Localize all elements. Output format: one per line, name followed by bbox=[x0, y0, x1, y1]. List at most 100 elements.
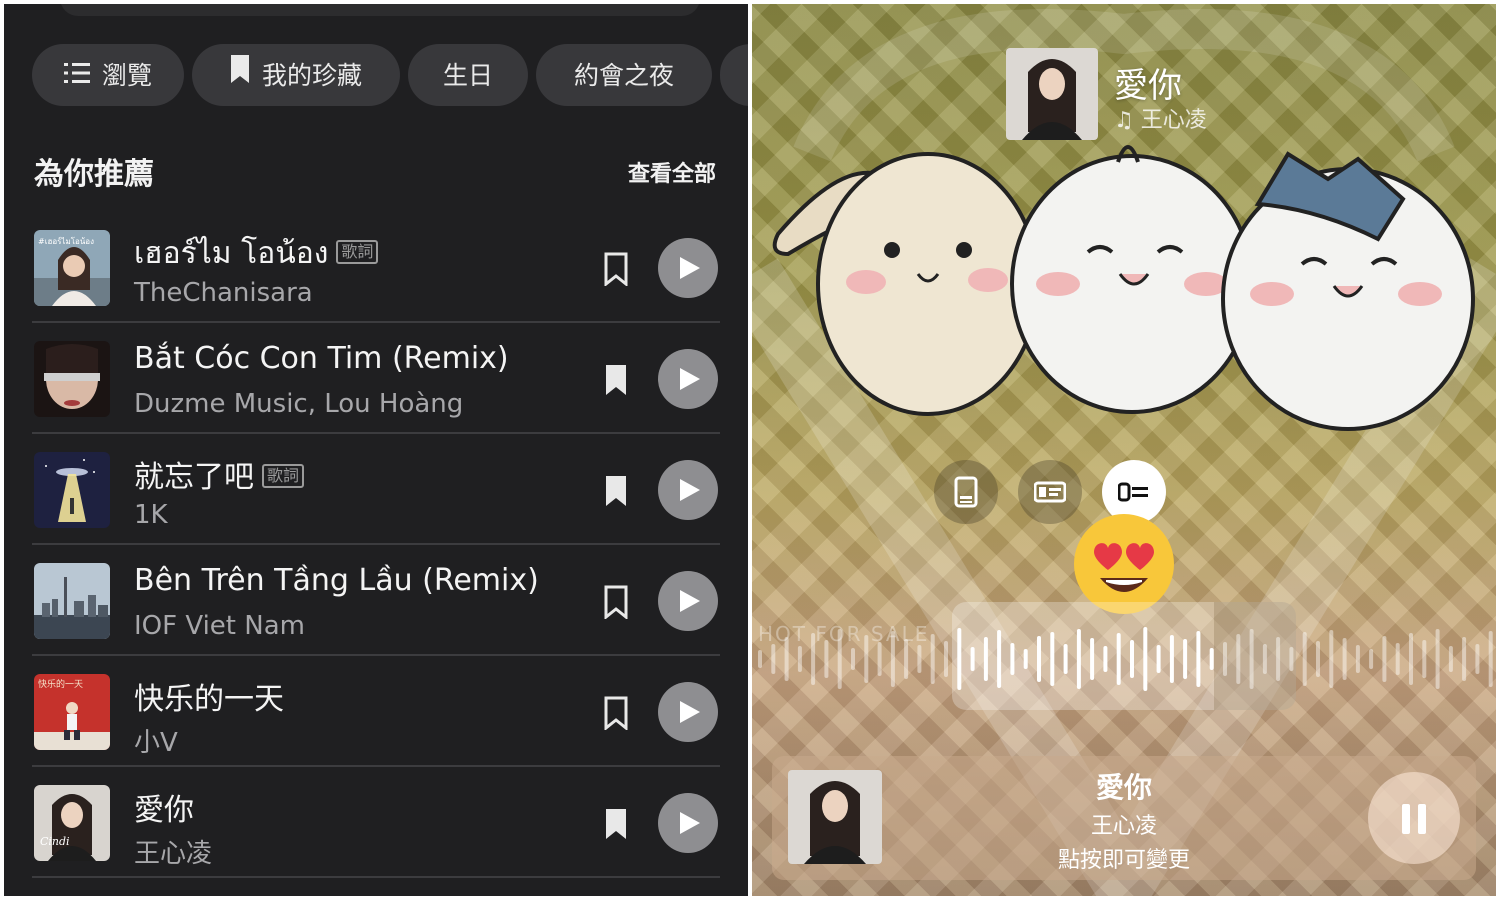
song-row[interactable]: 快乐的一天 快乐的一天 小V bbox=[32, 656, 720, 767]
album-art bbox=[34, 341, 110, 417]
waveform-bar bbox=[1209, 648, 1214, 670]
waveform-bar bbox=[1448, 646, 1453, 672]
waveform-bar bbox=[1488, 631, 1493, 687]
song-artist: Duzme Music, Lou Hoàng bbox=[134, 389, 464, 419]
cartoon-characters bbox=[772, 145, 1475, 431]
waveform-bar bbox=[1329, 630, 1334, 688]
song-artist: IOF Viet Nam bbox=[134, 611, 305, 641]
waveform-bar bbox=[811, 633, 816, 685]
waveform-bar bbox=[1422, 640, 1427, 678]
heart-eyes-emoji[interactable] bbox=[1072, 512, 1176, 616]
waveform-bar bbox=[1023, 649, 1028, 669]
song-row[interactable]: Bên Trên Tầng Lầu (Remix) IOF Viet Nam bbox=[32, 545, 720, 656]
waveform-bar bbox=[1302, 632, 1307, 686]
search-bar-edge[interactable] bbox=[60, 4, 700, 16]
waveform-bar bbox=[824, 640, 829, 678]
card-style-button[interactable] bbox=[934, 460, 998, 524]
waveform-bar bbox=[1076, 629, 1081, 689]
chip-label: 瀏覽 bbox=[101, 61, 152, 90]
waveform-bar bbox=[1103, 646, 1108, 672]
waveform-bar bbox=[1169, 635, 1174, 683]
cover-text: Cindi bbox=[40, 835, 70, 848]
bookmark-icon[interactable] bbox=[604, 585, 628, 621]
cover-text: 快乐的一天 bbox=[38, 678, 83, 690]
album-art bbox=[34, 563, 110, 639]
bookmark-icon[interactable] bbox=[604, 696, 628, 732]
waveform-bar bbox=[1289, 647, 1294, 671]
chip-browse[interactable]: 瀏覽 bbox=[32, 44, 184, 106]
lyrics-badge: 歌詞 bbox=[262, 464, 305, 488]
sticker-album-art[interactable] bbox=[1006, 48, 1098, 140]
waveform-bar bbox=[771, 644, 776, 674]
song-artist: 1K bbox=[134, 500, 168, 530]
waveform-bar bbox=[1116, 633, 1121, 685]
audio-waveform[interactable] bbox=[752, 604, 1496, 714]
waveform-bar bbox=[1435, 629, 1440, 689]
waveform-bar bbox=[983, 637, 988, 681]
chip-birthday[interactable]: 生日 bbox=[408, 44, 528, 106]
waveform-bar bbox=[797, 646, 802, 672]
play-button[interactable] bbox=[658, 682, 718, 742]
waveform-bar bbox=[1409, 633, 1413, 685]
chip-my-collection[interactable]: 我的珍藏 bbox=[192, 44, 400, 106]
waveform-bar bbox=[997, 630, 1002, 688]
waveform-bar bbox=[1223, 642, 1227, 676]
chip-date-night[interactable]: 約會之夜 bbox=[536, 44, 712, 106]
song-title: 快乐的一天 bbox=[134, 682, 284, 717]
tap-to-change-hint: 點按即可變更 bbox=[1057, 848, 1190, 873]
waveform-bar bbox=[1183, 639, 1188, 679]
lyrics-badge: 歌詞 bbox=[336, 240, 379, 264]
play-button[interactable] bbox=[658, 238, 718, 298]
album-art: 快乐的一天 bbox=[34, 674, 110, 750]
song-row[interactable]: 就忘了吧 歌詞 1K bbox=[32, 434, 720, 545]
play-button[interactable] bbox=[658, 460, 718, 520]
chip-more[interactable] bbox=[720, 44, 748, 106]
song-row[interactable]: Bắt Cóc Con Tim (Remix) Duzme Music, Lou… bbox=[32, 323, 720, 434]
song-title: 愛你 bbox=[134, 793, 194, 828]
compact-style-icon bbox=[1034, 481, 1066, 503]
waveform-bar bbox=[1316, 641, 1320, 677]
bookmark-icon[interactable] bbox=[604, 252, 628, 288]
waveform-bar bbox=[1342, 638, 1347, 680]
now-playing-card[interactable]: 愛你 王心凌 點按即可變更 bbox=[772, 756, 1476, 880]
pause-icon bbox=[1402, 804, 1410, 834]
waveform-bar bbox=[851, 648, 855, 670]
waveform-bar bbox=[1090, 638, 1095, 680]
sticker-song-artist: ♫ 王心凌 bbox=[1114, 108, 1207, 133]
waveform-bar bbox=[1063, 644, 1068, 674]
waveform-bar bbox=[957, 628, 962, 690]
list-icon bbox=[63, 45, 90, 107]
waveform-bar bbox=[758, 650, 762, 668]
waveform-bar bbox=[904, 639, 909, 679]
play-button[interactable] bbox=[658, 793, 718, 853]
song-title: 就忘了吧 歌詞 bbox=[134, 452, 305, 496]
bookmark-filled-icon[interactable] bbox=[604, 807, 628, 841]
play-icon bbox=[680, 479, 700, 501]
waveform-bar bbox=[1262, 644, 1267, 674]
song-title: เฮอร์ไม โอน้อง 歌詞 bbox=[134, 230, 379, 277]
bookmark-icon bbox=[230, 45, 250, 107]
music-browse-panel: 瀏覽 我的珍藏 生日 約會之夜 為你推薦 查看全部 #เฮอร์ไมโอน้อง… bbox=[4, 4, 748, 896]
play-icon bbox=[680, 257, 700, 279]
sticker-song-title: 愛你 bbox=[1114, 66, 1182, 106]
waveform-bar bbox=[1249, 629, 1254, 689]
waveform-bar bbox=[1475, 644, 1480, 674]
waveform-bar bbox=[944, 641, 948, 677]
album-art: #เฮอร์ไมโอน้อง bbox=[34, 230, 110, 306]
song-row[interactable]: #เฮอร์ไมโอน้อง เฮอร์ไม โอน้อง 歌詞 TheChani… bbox=[32, 212, 720, 323]
bookmark-filled-icon[interactable] bbox=[604, 474, 628, 508]
waveform-bar bbox=[1355, 645, 1360, 673]
see-all-link[interactable]: 查看全部 bbox=[628, 156, 716, 188]
pause-button[interactable] bbox=[1368, 772, 1460, 864]
play-button[interactable] bbox=[658, 571, 718, 631]
waveform-bar bbox=[1276, 637, 1281, 681]
song-artist: TheChanisara bbox=[134, 278, 313, 308]
play-button[interactable] bbox=[658, 349, 718, 409]
play-icon bbox=[680, 590, 700, 612]
song-row[interactable]: Cindi 愛你 王心凌 bbox=[32, 767, 720, 878]
bookmark-filled-icon[interactable] bbox=[604, 363, 628, 397]
waveform-bar bbox=[890, 631, 895, 687]
chip-label: 約會之夜 bbox=[573, 61, 674, 90]
waveform-bar bbox=[1010, 643, 1015, 675]
lyrics-style-icon bbox=[1118, 482, 1148, 502]
